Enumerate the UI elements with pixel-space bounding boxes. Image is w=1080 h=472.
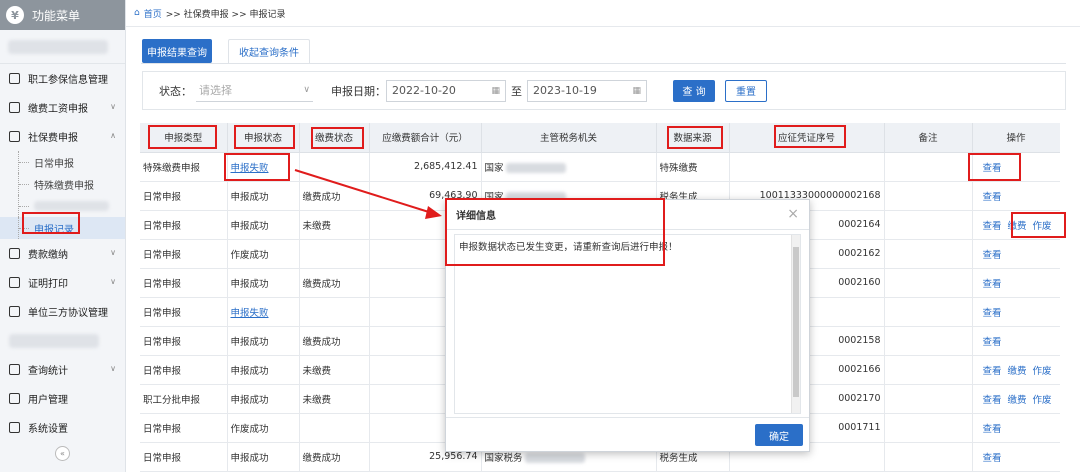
annotation-arrow: [294, 169, 442, 219]
